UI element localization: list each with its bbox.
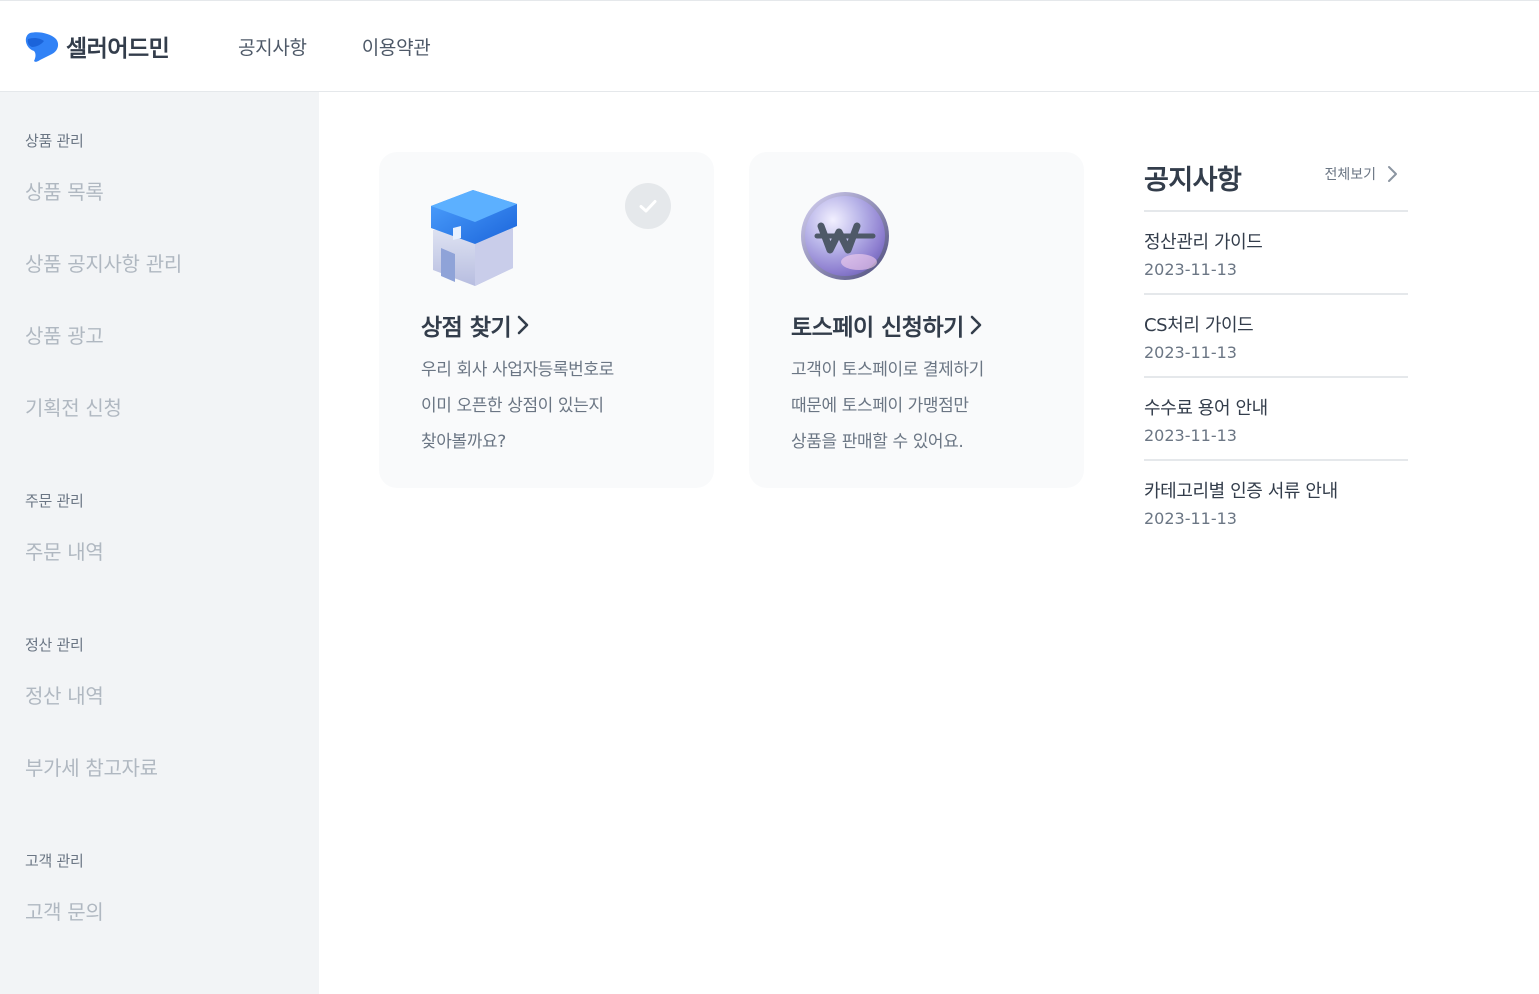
desc-line: 찾아볼까요? [421,432,506,452]
desc-line: 우리 회사 사업자등록번호로 [421,360,614,380]
sidebar-item-settlement-history[interactable]: 정산 내역 [25,680,104,709]
desc-line: 상품을 판매할 수 있어요. [791,432,964,452]
chevron-right-icon [970,315,982,335]
notice-item-date: 2023-11-13 [1144,260,1237,279]
nav-notices[interactable]: 공지사항 [238,33,307,60]
notice-item-title: 정산관리 가이드 [1144,232,1263,253]
top-nav: 공지사항 이용약관 [238,33,431,60]
find-store-card[interactable]: 상점 찾기 우리 회사 사업자등록번호로 이미 오픈한 상점이 있는지 찾아볼까… [379,152,714,488]
nav-terms[interactable]: 이용약관 [362,33,431,60]
sidebar-item-customer-inquiries[interactable]: 고객 문의 [25,896,104,925]
sidebar-item-product-list[interactable]: 상품 목록 [25,176,104,205]
sidebar-group-title-customers: 고객 관리 [25,852,84,870]
notice-item[interactable]: CS처리 가이드 2023-11-13 [1144,295,1408,378]
won-coin-icon [801,192,889,280]
tosspay-apply-title: 토스페이 신청하기 [791,315,964,341]
tosspay-apply-link[interactable]: 토스페이 신청하기 [791,308,984,342]
desc-line: 이미 오픈한 상점이 있는지 [421,396,604,416]
store-box-icon [431,190,517,286]
chevron-right-icon [517,315,529,335]
desc-line: 때문에 토스페이 가맹점만 [791,396,969,416]
notice-panel: 공지사항 전체보기 정산관리 가이드 2023-11-13 CS처리 가이드 2… [1144,152,1408,544]
logo-icon [25,32,59,62]
sidebar-group-title-settlement: 정산 관리 [25,636,84,654]
find-store-link[interactable]: 상점 찾기 [421,308,531,342]
logo[interactable]: 셀러어드민 [24,29,170,63]
sidebar-item-vat-reference[interactable]: 부가세 참고자료 [25,752,158,781]
notice-item-date: 2023-11-13 [1144,426,1237,445]
notice-item-title: 카테고리별 인증 서류 안내 [1144,481,1338,502]
sidebar-group-title-products: 상품 관리 [25,132,84,150]
tosspay-apply-card[interactable]: 토스페이 신청하기 고객이 토스페이로 결제하기 때문에 토스페이 가맹점만 상… [749,152,1084,488]
find-store-description: 우리 회사 사업자등록번호로 이미 오픈한 상점이 있는지 찾아볼까요? [421,352,691,460]
sidebar-item-product-notices[interactable]: 상품 공지사항 관리 [25,248,182,277]
chevron-right-icon [1388,166,1397,182]
notice-title: 공지사항 [1144,165,1242,196]
sidebar-group-title-orders: 주문 관리 [25,492,84,510]
find-store-title: 상점 찾기 [421,315,512,341]
top-bar: 셀러어드민 공지사항 이용약관 [0,0,1539,92]
notice-item-title: 수수료 용어 안내 [1144,398,1268,419]
logo-text: 셀러어드민 [66,36,170,62]
sidebar-item-product-ads[interactable]: 상품 광고 [25,320,104,349]
completed-check-icon [625,183,671,229]
notice-item-title: CS처리 가이드 [1144,315,1254,336]
tosspay-apply-description: 고객이 토스페이로 결제하기 때문에 토스페이 가맹점만 상품을 판매할 수 있… [791,352,1061,460]
sidebar-item-promotion-apply[interactable]: 기획전 신청 [25,392,122,421]
notice-item-date: 2023-11-13 [1144,343,1237,362]
notice-header: 공지사항 전체보기 [1144,152,1408,212]
sidebar: 상품 관리 상품 목록 상품 공지사항 관리 상품 광고 기획전 신청 주문 관… [0,92,319,994]
notice-item[interactable]: 카테고리별 인증 서류 안내 2023-11-13 [1144,461,1408,544]
desc-line: 고객이 토스페이로 결제하기 [791,360,984,380]
sidebar-item-order-history[interactable]: 주문 내역 [25,536,104,565]
notice-item[interactable]: 정산관리 가이드 2023-11-13 [1144,212,1408,295]
view-all-label: 전체보기 [1324,167,1376,183]
notice-item[interactable]: 수수료 용어 안내 2023-11-13 [1144,378,1408,461]
view-all-link[interactable]: 전체보기 [1324,164,1398,184]
notice-item-date: 2023-11-13 [1144,509,1237,528]
